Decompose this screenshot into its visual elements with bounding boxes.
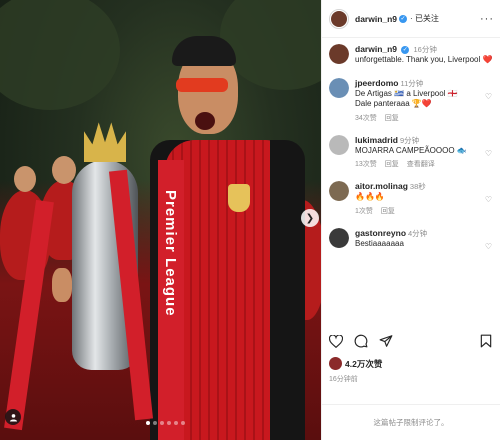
- bookmark-icon[interactable]: [480, 334, 492, 351]
- likes-summary[interactable]: 4.2万次赞: [329, 357, 382, 370]
- comment-username[interactable]: aitor.molinag: [355, 181, 408, 191]
- carousel-indicator: [146, 421, 185, 425]
- person-icon: [9, 413, 17, 422]
- comment: jpeerdomo 11分钟 De Artigas 🇺🇾 a Liverpool 🏴…: [329, 77, 493, 123]
- carousel-dot: [153, 421, 157, 425]
- chevron-right-icon: ❯: [305, 212, 315, 224]
- heart-icon[interactable]: ♡: [485, 149, 492, 158]
- avatar[interactable]: [329, 8, 349, 29]
- comment-text: 🔥🔥🔥: [355, 192, 385, 201]
- avatar[interactable]: [329, 44, 349, 64]
- ribbon-text: Premier League: [162, 190, 179, 317]
- likes-count: 4.2万次赞: [345, 358, 383, 369]
- send-icon[interactable]: [379, 334, 393, 351]
- comments-limited-notice: 这篇帖子限制评论了。: [322, 404, 500, 440]
- comment-username[interactable]: gastonreyno: [355, 228, 406, 238]
- ellipsis-icon[interactable]: ···: [480, 13, 494, 25]
- carousel-dot: [167, 421, 171, 425]
- comment-text: Dale panteraaa 🏆❤️: [355, 99, 432, 108]
- avatar: [329, 357, 342, 370]
- follow-status[interactable]: · 已关注: [410, 13, 439, 24]
- comments-list: darwin_n9 ✓ 16分钟 unforgettable. Thank yo…: [322, 38, 500, 318]
- verified-badge-icon: ✓: [399, 14, 408, 23]
- comment-username[interactable]: lukimadrid: [355, 135, 398, 145]
- comment-time: 9分钟: [399, 135, 420, 145]
- club-crest: [228, 184, 250, 212]
- comment-icon[interactable]: [354, 334, 368, 351]
- translate-button[interactable]: 查看翻译: [407, 159, 435, 169]
- avatar[interactable]: [329, 181, 349, 201]
- post-actions: [328, 333, 492, 351]
- background-tree: [0, 0, 120, 110]
- comment-text: Bestiaaaaaaa: [355, 238, 404, 248]
- avatar[interactable]: [329, 227, 349, 248]
- comment-time: 4分钟: [408, 228, 428, 238]
- player-sunglasses: [176, 78, 228, 92]
- posted-time: 16分钟前: [329, 376, 358, 383]
- comment-text: De Artigas 🇺🇾 a Liverpool 🏴󠁧󠁢󠁥󠁮󠁧󠁿: [355, 88, 458, 98]
- comment-likes[interactable]: 1次赞: [355, 206, 373, 216]
- reply-button[interactable]: 回复: [385, 113, 399, 123]
- caption: darwin_n9 ✓ 16分钟 unforgettable. Thank yo…: [329, 44, 493, 66]
- comment: aitor.molinag 38秒 🔥🔥🔥 1次赞 回复 ♡: [329, 181, 493, 216]
- carousel-dot: [181, 421, 185, 425]
- heart-icon[interactable]: ♡: [485, 195, 492, 204]
- carousel-dot: [160, 421, 164, 425]
- comment-username[interactable]: jpeerdomo: [355, 78, 398, 88]
- comment-likes[interactable]: 13次赞: [355, 159, 377, 169]
- heart-icon[interactable]: ♡: [485, 92, 492, 101]
- verified-badge-icon: ✓: [401, 45, 410, 54]
- post-sidebar: darwin_n9 ✓ · 已关注 ··· darwin_n9 ✓ 16分钟 u…: [321, 0, 500, 440]
- carousel-dot: [174, 421, 178, 425]
- reply-button[interactable]: 回复: [381, 206, 395, 216]
- caption-time: 16分钟: [413, 45, 437, 54]
- post-header: darwin_n9 ✓ · 已关注 ···: [322, 0, 500, 38]
- heart-icon[interactable]: ♡: [485, 242, 492, 251]
- comment-likes[interactable]: 34次赞: [355, 113, 377, 123]
- post-photo[interactable]: Premier League ❯: [0, 0, 321, 440]
- comment: gastonreyno 4分钟 Bestiaaaaaaa ♡: [329, 227, 493, 251]
- fan-head: [52, 156, 76, 184]
- comment-time: 38秒: [409, 182, 426, 191]
- caption-text: unforgettable. Thank you, Liverpool ❤️: [355, 55, 493, 64]
- author-username[interactable]: darwin_n9: [355, 14, 397, 24]
- tagged-user-button[interactable]: [5, 409, 21, 425]
- player-mouth: [195, 112, 215, 130]
- comment: lukimadrid 9分钟 MOJARRA CAMPEÃOOOO 🐟 13次赞 回复查…: [329, 134, 493, 170]
- comment-time: 11分钟: [400, 78, 424, 88]
- trophy-crown: [84, 122, 126, 162]
- avatar[interactable]: [329, 77, 349, 98]
- carousel-dot: [146, 421, 150, 425]
- heart-icon[interactable]: [328, 333, 344, 351]
- player-cap: [172, 36, 236, 66]
- fan-head: [14, 166, 36, 192]
- hand: [52, 268, 72, 302]
- avatar[interactable]: [329, 134, 349, 155]
- caption-username[interactable]: darwin_n9: [355, 44, 397, 54]
- next-photo-button[interactable]: ❯: [301, 209, 319, 227]
- comment-text: MOJARRA CAMPEÃOOOO 🐟: [355, 145, 467, 155]
- player-jacket-right: [270, 140, 305, 440]
- reply-button[interactable]: 回复: [385, 159, 399, 169]
